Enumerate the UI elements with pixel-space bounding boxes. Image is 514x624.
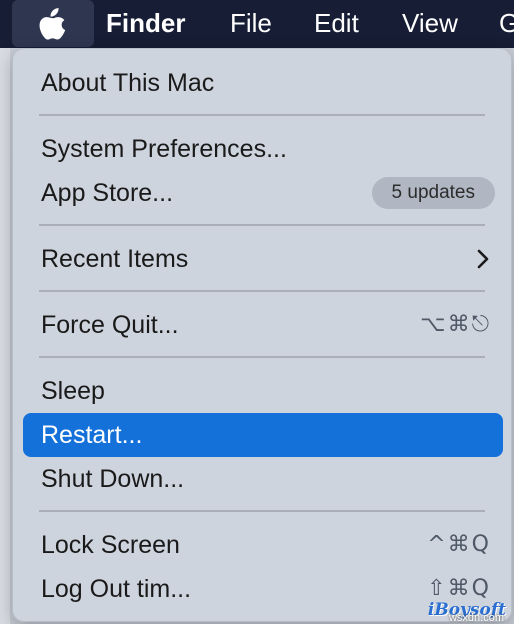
menu-item-shut-down[interactable]: Shut Down... (23, 457, 503, 501)
chevron-right-icon (477, 249, 489, 269)
menubar-finder[interactable]: Finder (106, 8, 185, 38)
menu-separator (39, 290, 485, 292)
menu-item-label: About This Mac (41, 69, 215, 97)
menu-item-label: Recent Items (41, 245, 189, 273)
menu-item-about-this-mac[interactable]: About This Mac (23, 61, 503, 105)
menu-item-label: Force Quit... (41, 311, 179, 339)
menu-item-label: App Store... (41, 179, 174, 207)
menu-separator (39, 114, 485, 116)
keyboard-shortcut: ^⌘Q (427, 532, 491, 557)
menu-item-force-quit[interactable]: Force Quit... ⌥⌘⎋ (23, 303, 503, 347)
menubar-go[interactable]: G (499, 8, 514, 38)
menu-item-lock-screen[interactable]: Lock Screen ^⌘Q (23, 523, 503, 567)
menu-item-label: Shut Down... (41, 465, 185, 493)
menu-item-restart[interactable]: Restart... (23, 413, 503, 457)
keyboard-shortcut: ⌥⌘⎋ (420, 312, 491, 337)
menu-item-app-store[interactable]: App Store... 5 updates (23, 171, 503, 215)
apple-menu-dropdown: About This Mac System Preferences... App… (12, 48, 512, 622)
apple-logo-icon (39, 8, 66, 40)
menu-separator (39, 224, 485, 226)
watermark-url: wsxdn.com (448, 612, 504, 624)
updates-badge: 5 updates (371, 177, 495, 209)
menu-item-recent-items[interactable]: Recent Items (23, 237, 503, 281)
menu-separator (39, 510, 485, 512)
menu-item-label: Lock Screen (41, 531, 180, 559)
menu-item-system-preferences[interactable]: System Preferences... (23, 127, 503, 171)
apple-menu-button[interactable] (12, 0, 94, 47)
desktop-background (0, 48, 10, 624)
menubar-view[interactable]: View (402, 8, 458, 38)
menubar-edit[interactable]: Edit (314, 8, 359, 38)
menu-separator (39, 356, 485, 358)
menu-item-label: System Preferences... (41, 135, 287, 163)
menu-item-label: Log Out tim... (41, 575, 192, 603)
menu-item-label: Sleep (41, 377, 105, 405)
menu-item-label: Restart... (41, 421, 143, 449)
menubar-file[interactable]: File (230, 8, 272, 38)
menu-bar: Finder File Edit View G (0, 0, 514, 48)
menu-item-sleep[interactable]: Sleep (23, 369, 503, 413)
